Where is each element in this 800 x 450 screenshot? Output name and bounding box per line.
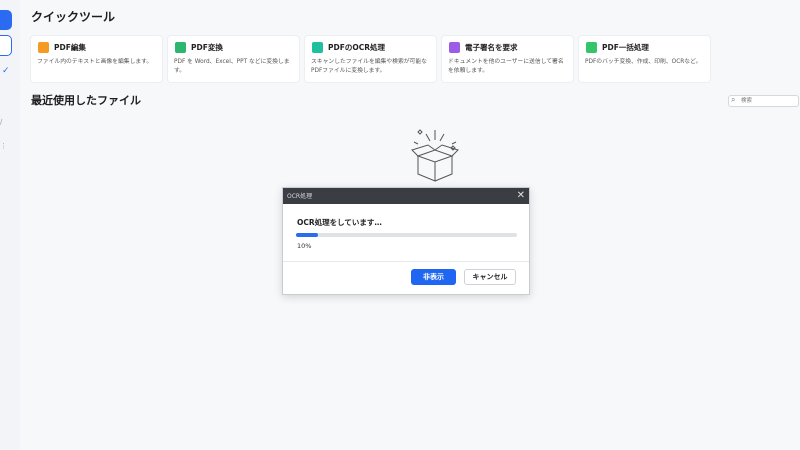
progress-percent: 10% bbox=[297, 242, 312, 250]
dialog-titlebar: OCR処理 ✕ bbox=[283, 188, 529, 204]
dialog-title: OCR処理 bbox=[287, 193, 313, 200]
modal-overlay: OCR処理 ✕ OCR処理をしています… 10% 非表示 キャンセル bbox=[0, 0, 800, 450]
cancel-button[interactable]: キャンセル bbox=[464, 269, 516, 285]
progress-fill bbox=[296, 233, 319, 237]
progress-bar bbox=[296, 233, 517, 237]
dialog-divider bbox=[283, 261, 529, 262]
dialog-message: OCR処理をしています… bbox=[297, 218, 382, 227]
ocr-dialog: OCR処理 ✕ OCR処理をしています… 10% 非表示 キャンセル bbox=[282, 187, 530, 295]
hide-button[interactable]: 非表示 bbox=[411, 269, 456, 285]
close-icon[interactable]: ✕ bbox=[517, 189, 525, 203]
